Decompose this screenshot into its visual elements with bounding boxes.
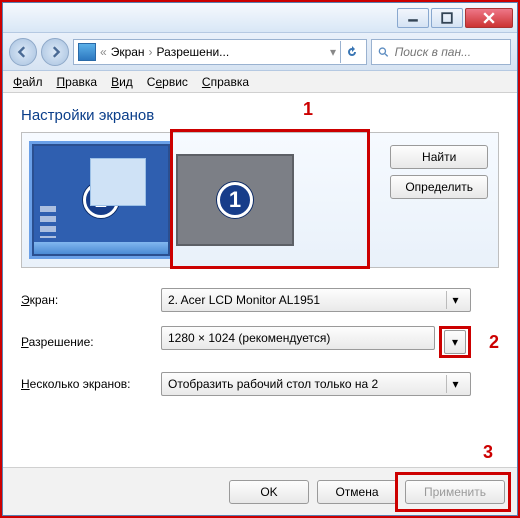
resolution-value: 1280 × 1024 (рекомендуется) <box>168 331 428 345</box>
apply-button[interactable]: Применить <box>405 480 505 504</box>
screen-dropdown[interactable]: 2. Acer LCD Monitor AL1951 ▾ <box>161 288 471 312</box>
multi-dropdown[interactable]: Отобразить рабочий стол только на 2 ▾ <box>161 372 471 396</box>
resolution-expand-button[interactable]: ▾ <box>444 330 466 354</box>
monitor-preview: 2 1 Найти Определить <box>21 132 499 268</box>
window-thumb <box>90 158 146 206</box>
screen-label: Экран: <box>21 293 161 307</box>
forward-button[interactable] <box>41 38 69 66</box>
breadcrumb-root[interactable]: Экран <box>111 45 145 59</box>
monitor-2[interactable]: 2 <box>32 144 170 256</box>
screen-value: 2. Acer LCD Monitor AL1951 <box>168 293 442 307</box>
screen-icon <box>78 43 96 61</box>
menubar: Файл Правка Вид Сервис Справка <box>3 71 517 93</box>
identify-button[interactable]: Определить <box>390 175 488 199</box>
menu-edit[interactable]: Правка <box>57 75 98 89</box>
window: « Экран › Разрешени... ▾ Файл Правка Вид… <box>2 2 518 516</box>
search-box[interactable] <box>371 39 511 65</box>
annotation-3: 3 <box>483 442 493 463</box>
chevron-down-icon[interactable]: ▾ <box>330 45 336 59</box>
back-button[interactable] <box>9 38 37 66</box>
chevron-right-icon: › <box>149 45 153 59</box>
breadcrumb-sep-icon: « <box>100 45 107 59</box>
breadcrumb-sub[interactable]: Разрешени... <box>157 45 230 59</box>
ok-button[interactable]: OK <box>229 480 309 504</box>
titlebar <box>3 3 517 33</box>
monitor-side-buttons: Найти Определить <box>390 145 488 199</box>
maximize-button[interactable] <box>431 8 463 28</box>
search-input[interactable] <box>393 44 504 60</box>
minimize-button[interactable] <box>397 8 429 28</box>
refresh-button[interactable] <box>340 41 362 63</box>
annotation-1: 1 <box>303 99 313 120</box>
settings-form: Экран: 2. Acer LCD Monitor AL1951 ▾ Разр… <box>21 288 499 396</box>
chevron-down-icon[interactable]: ▾ <box>446 291 464 309</box>
page-title: Настройки экранов <box>21 107 499 124</box>
cancel-button[interactable]: Отмена <box>317 480 397 504</box>
menu-tools[interactable]: Сервис <box>147 75 188 89</box>
annotation-2: 2 <box>489 332 499 353</box>
monitor-1[interactable]: 1 <box>176 154 294 246</box>
close-button[interactable] <box>465 8 513 28</box>
chevron-down-icon[interactable]: ▾ <box>446 375 464 393</box>
menu-help[interactable]: Справка <box>202 75 249 89</box>
navbar: « Экран › Разрешени... ▾ <box>3 33 517 71</box>
address-bar[interactable]: « Экран › Разрешени... ▾ <box>73 39 367 65</box>
resolution-label: Разрешение: <box>21 335 161 349</box>
content: Настройки экранов 1 2 1 Найти Определить… <box>3 93 517 467</box>
find-button[interactable]: Найти <box>390 145 488 169</box>
menu-file[interactable]: Файл <box>13 75 43 89</box>
resolution-dropdown[interactable]: 1280 × 1024 (рекомендуется) <box>161 326 435 350</box>
menu-view[interactable]: Вид <box>111 75 133 89</box>
taskbar-thumb <box>34 242 168 254</box>
multi-value: Отобразить рабочий стол только на 2 <box>168 377 442 391</box>
monitor-badge-1: 1 <box>217 182 253 218</box>
desktop-icons <box>40 206 56 238</box>
annotation-box-2: ▾ <box>439 326 471 358</box>
search-icon <box>378 46 389 58</box>
footer: OK Отмена Применить <box>3 467 517 515</box>
multi-label: Несколько экранов: <box>21 377 161 391</box>
